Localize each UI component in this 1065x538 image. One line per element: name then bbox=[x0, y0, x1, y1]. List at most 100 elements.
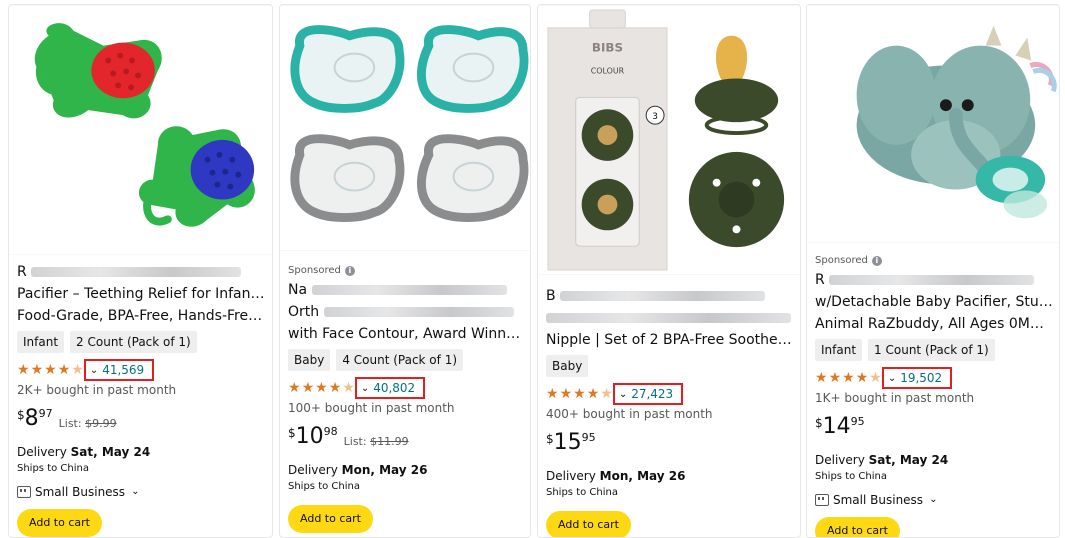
product-image[interactable] bbox=[807, 5, 1059, 243]
chevron-down-icon: ⌄ bbox=[131, 486, 140, 497]
redacted-text bbox=[560, 291, 766, 301]
teether-image bbox=[9, 5, 272, 255]
review-count[interactable]: 41,569 bbox=[102, 363, 144, 377]
delivery-info: Delivery Sat, May 24 bbox=[17, 443, 266, 461]
star-icon: ★ bbox=[573, 386, 586, 402]
title-line: Orth bbox=[288, 304, 320, 320]
ships-to: Ships to China bbox=[815, 471, 887, 482]
delivery-label: Delivery bbox=[546, 469, 596, 483]
product-card: BIBS COLOUR 3 B Nipple | Set of 2 BPA-Fr… bbox=[537, 4, 801, 538]
star-rating[interactable]: ★ ★ ★ ★ ★ bbox=[17, 363, 84, 377]
list-label: List: bbox=[58, 417, 82, 430]
delivery-info: Delivery Mon, May 26 bbox=[288, 461, 524, 479]
variant-chips: Baby bbox=[546, 355, 794, 381]
title-line: w/Detachable Baby Pacifier, Stuffed bbox=[815, 294, 1053, 310]
price[interactable]: $ 10 98 List: $11.99 bbox=[288, 423, 524, 453]
bought-count: 2K+ bought in past month bbox=[17, 383, 177, 397]
star-icon: ★ bbox=[44, 362, 57, 378]
title-line: Pacifier – Teething Relief for Infants, bbox=[17, 286, 266, 302]
variant-chips: Infant 1 Count (Pack of 1) bbox=[815, 339, 1053, 365]
review-count[interactable]: 40,802 bbox=[373, 381, 415, 395]
star-icon: ★ bbox=[815, 370, 828, 386]
half-star-icon: ★ bbox=[71, 362, 84, 378]
price-fraction: 95 bbox=[581, 431, 596, 444]
ships-to: Ships to China bbox=[288, 481, 360, 492]
add-to-cart-button[interactable]: Add to cart bbox=[17, 509, 102, 537]
variant-chip[interactable]: Infant bbox=[815, 339, 863, 361]
plush-pacifier-image bbox=[807, 5, 1059, 243]
redacted-text bbox=[323, 307, 514, 317]
review-count[interactable]: 19,502 bbox=[900, 371, 942, 385]
info-icon[interactable]: i bbox=[871, 256, 882, 266]
price-currency: $ bbox=[815, 416, 823, 430]
chevron-down-icon[interactable]: ⌄ bbox=[361, 383, 369, 394]
delivery-info: Delivery Sat, May 24 bbox=[815, 451, 1053, 469]
rating-row: ★ ★ ★ ★ ★ ⌄ 19,502 bbox=[815, 367, 1053, 389]
pacifier-image bbox=[280, 5, 530, 251]
product-info: R Pacifier – Teething Relief for Infants… bbox=[9, 261, 272, 537]
star-icon: ★ bbox=[828, 370, 842, 386]
product-title[interactable]: R w/Detachable Baby Pacifier, Stuffed An… bbox=[815, 269, 1053, 335]
price-fraction: 98 bbox=[323, 425, 338, 438]
sponsored-label[interactable]: Sponsored i bbox=[288, 263, 524, 279]
reviews-highlight: ⌄ 27,423 bbox=[612, 383, 684, 405]
ships-to: Ships to China bbox=[546, 487, 618, 498]
variant-chip[interactable]: 1 Count (Pack of 1) bbox=[868, 339, 995, 361]
star-icon: ★ bbox=[546, 386, 559, 402]
title-line: Animal RaZbuddy, All Ages 0M+,... bbox=[815, 316, 1053, 332]
small-business-badge[interactable]: Small Business ⌄ bbox=[17, 481, 266, 503]
variant-chip[interactable]: 4 Count (Pack of 1) bbox=[336, 349, 464, 371]
star-rating[interactable]: ★ ★ ★ ★ ★ bbox=[546, 387, 613, 401]
sponsored-label[interactable]: Sponsored i bbox=[815, 253, 1053, 269]
product-info: Sponsored i R w/Detachable Baby Pacifier,… bbox=[807, 253, 1059, 537]
price[interactable]: $ 8 97 List: $9.99 bbox=[17, 405, 266, 435]
variant-chip[interactable]: Infant bbox=[17, 331, 65, 353]
star-icon: ★ bbox=[301, 380, 315, 396]
title-line: R bbox=[815, 272, 825, 288]
price-whole: 8 bbox=[24, 406, 39, 431]
product-image[interactable] bbox=[9, 5, 272, 255]
list-price: List: $9.99 bbox=[59, 417, 117, 430]
redacted-text bbox=[311, 285, 507, 295]
star-rating[interactable]: ★ ★ ★ ★ ★ bbox=[815, 371, 882, 385]
add-to-cart-button[interactable]: Add to cart bbox=[815, 517, 900, 537]
bibs-pacifier-image: BIBS COLOUR 3 bbox=[538, 6, 800, 274]
product-title[interactable]: B Nipple | Set of 2 BPA-Free Soother... bbox=[546, 285, 794, 351]
add-to-cart-button[interactable]: Add to cart bbox=[288, 505, 373, 533]
product-image[interactable] bbox=[280, 5, 530, 251]
add-to-cart-button[interactable]: Add to cart bbox=[546, 511, 631, 537]
product-title[interactable]: R Pacifier – Teething Relief for Infants… bbox=[17, 261, 266, 327]
price[interactable]: $ 14 95 bbox=[815, 413, 1053, 443]
list-price-value: $11.99 bbox=[370, 435, 409, 448]
review-count[interactable]: 27,423 bbox=[631, 387, 673, 401]
variant-chip[interactable]: Baby bbox=[546, 355, 589, 377]
variant-chip[interactable]: Baby bbox=[288, 349, 331, 371]
price-fraction: 97 bbox=[38, 407, 53, 420]
info-icon[interactable]: i bbox=[344, 266, 355, 276]
product-title[interactable]: Na Orth with Face Contour, Award Winning… bbox=[288, 279, 524, 345]
chevron-down-icon[interactable]: ⌄ bbox=[619, 389, 627, 400]
product-image[interactable]: BIBS COLOUR 3 bbox=[538, 5, 800, 275]
price[interactable]: $ 15 95 bbox=[546, 429, 794, 459]
variant-chip[interactable]: 2 Count (Pack of 1) bbox=[70, 331, 197, 353]
star-icon: ★ bbox=[855, 370, 869, 386]
small-business-badge[interactable]: Small Business ⌄ bbox=[815, 489, 1053, 511]
bought-count: 100+ bought in past month bbox=[288, 401, 455, 415]
small-business-label: Small Business bbox=[35, 485, 126, 499]
delivery-label: Delivery bbox=[288, 463, 338, 477]
title-line: Nipple | Set of 2 BPA-Free Soother... bbox=[546, 332, 794, 348]
star-icon: ★ bbox=[559, 386, 573, 402]
chevron-down-icon[interactable]: ⌄ bbox=[888, 373, 896, 384]
product-info: Sponsored i Na Orth with Face Contour, Aw… bbox=[280, 263, 530, 533]
star-icon: ★ bbox=[586, 386, 600, 402]
price-fraction: 95 bbox=[850, 415, 865, 428]
chevron-down-icon[interactable]: ⌄ bbox=[90, 365, 98, 376]
store-icon bbox=[815, 494, 829, 506]
star-rating[interactable]: ★ ★ ★ ★ ★ bbox=[288, 381, 355, 395]
price-whole: 10 bbox=[295, 424, 324, 449]
variant-chips: Baby 4 Count (Pack of 1) bbox=[288, 349, 524, 375]
ships-to: Ships to China bbox=[17, 463, 89, 474]
svg-text:3: 3 bbox=[652, 112, 658, 122]
store-icon bbox=[17, 486, 31, 498]
star-icon: ★ bbox=[17, 362, 30, 378]
